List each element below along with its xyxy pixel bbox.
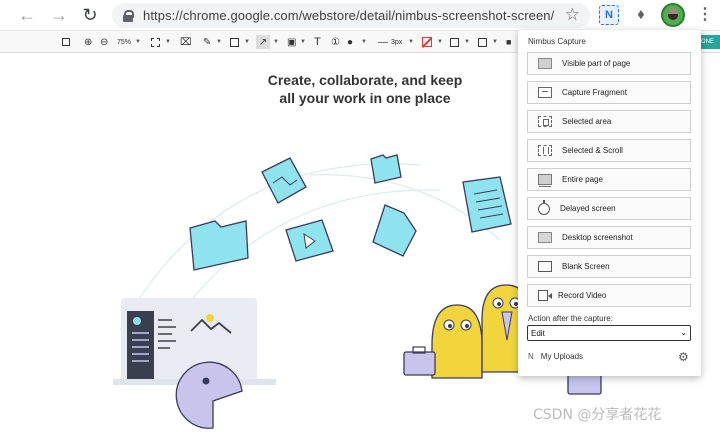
nimbus-capture-popup: Nimbus Capture Visible part of page Capt… — [518, 30, 701, 376]
video-card-illustration-icon — [285, 219, 334, 262]
forward-arrow-icon[interactable]: → — [48, 4, 70, 26]
fill-drop-icon[interactable]: ● — [347, 35, 353, 49]
no-color-icon[interactable] — [422, 35, 432, 49]
fill-dropdown-caret[interactable]: ▼ — [361, 35, 367, 49]
headline-line-2: all your work in one place — [279, 90, 451, 106]
zoom-out-icon[interactable]: ⊖ — [100, 35, 108, 49]
delayed-screen-label: Delayed screen — [560, 204, 616, 213]
fit-dropdown-caret[interactable]: ▼ — [165, 35, 171, 49]
gear-icon[interactable]: ⚙ — [678, 350, 689, 364]
desktop-screenshot-button[interactable]: Desktop screenshot — [527, 226, 691, 249]
my-uploads-link[interactable]: N My Uploads — [528, 352, 583, 361]
crop-icon[interactable] — [62, 35, 70, 49]
selected-area-icon — [538, 116, 552, 127]
selected-scroll-button[interactable]: Selected & Scroll — [527, 139, 691, 162]
arrow-dropdown-caret[interactable]: ▼ — [273, 35, 279, 49]
record-video-button[interactable]: Record Video — [527, 284, 691, 307]
lock-tool-icon[interactable]: ■ — [506, 35, 511, 49]
bookmark-star-icon[interactable]: ☆ — [565, 5, 580, 25]
selected-area-label: Selected area — [562, 117, 612, 126]
pen-icon[interactable]: ✎ — [203, 35, 211, 49]
entire-page-label: Entire page — [562, 175, 603, 184]
back-arrow-icon[interactable]: ← — [16, 4, 38, 26]
rectangle-dropdown-caret[interactable]: ▼ — [244, 35, 250, 49]
selected-area-button[interactable]: Selected area — [527, 110, 691, 133]
address-bar[interactable]: https://chrome.google.com/webstore/detai… — [112, 3, 590, 28]
nimbus-logo-icon: N — [528, 352, 534, 361]
chevron-down-icon: ⌄ — [680, 328, 687, 337]
chrome-menu-icon[interactable]: ⋮ — [697, 5, 713, 25]
blank-screen-button[interactable]: Blank Screen — [527, 255, 691, 278]
line-width-value[interactable]: 3px — [391, 35, 402, 49]
after-capture-label: Action after the capture: — [528, 314, 613, 323]
line-width-icon[interactable]: — — [378, 35, 388, 49]
zoom-level[interactable]: 75% — [117, 35, 131, 49]
comment-dropdown-caret[interactable]: ▼ — [300, 35, 306, 49]
shadow-dropdown-caret[interactable]: ▼ — [492, 35, 498, 49]
delayed-screen-button[interactable]: Delayed screen — [527, 197, 691, 220]
selected-scroll-label: Selected & Scroll — [562, 146, 623, 155]
visible-part-label: Visible part of page — [562, 59, 631, 68]
visible-part-button[interactable]: Visible part of page — [527, 52, 691, 75]
number-icon[interactable]: ① — [331, 35, 340, 49]
comment-icon[interactable]: ▣ — [287, 35, 296, 49]
capture-fragment-button[interactable]: Capture Fragment — [527, 81, 691, 104]
fragment-icon — [538, 87, 552, 98]
small-folder-illustration-icon — [370, 154, 402, 184]
color-dropdown-caret[interactable]: ▼ — [437, 35, 443, 49]
lock-icon — [123, 9, 134, 22]
visible-page-icon — [538, 58, 552, 69]
folder-illustration-icon — [189, 220, 249, 271]
watermark: CSDN @分享者花花 — [533, 407, 662, 423]
zoom-in-icon[interactable]: ⊕ — [84, 35, 92, 49]
resize-icon[interactable]: ⌧ — [180, 35, 192, 49]
pdf-file-illustration-icon — [372, 204, 417, 257]
image-card-illustration-icon — [261, 157, 307, 204]
rectangle-icon[interactable] — [230, 35, 239, 49]
text-tool-icon[interactable]: T — [314, 35, 321, 49]
popup-title: Nimbus Capture — [528, 37, 586, 46]
document-illustration-icon — [462, 176, 512, 233]
pen-dropdown-caret[interactable]: ▼ — [216, 35, 222, 49]
after-capture-select[interactable]: Edit ⌄ — [527, 325, 691, 341]
desktop-icon — [538, 232, 552, 243]
frame-icon[interactable] — [450, 35, 459, 49]
entire-page-button[interactable]: Entire page — [527, 168, 691, 191]
extensions-puzzle-icon[interactable]: ♦ — [632, 6, 650, 24]
reload-icon[interactable]: ↻ — [79, 4, 101, 26]
nimbus-extension-icon[interactable]: N — [599, 5, 619, 25]
pacman-character-illustration-icon — [175, 361, 243, 429]
desktop-screenshot-label: Desktop screenshot — [562, 233, 633, 242]
url-text[interactable]: https://chrome.google.com/webstore/detai… — [143, 8, 554, 23]
my-uploads-label: My Uploads — [540, 352, 584, 361]
record-video-label: Record Video — [558, 291, 607, 300]
page-headline: Create, collaborate, and keep all your w… — [245, 71, 485, 107]
blank-screen-label: Blank Screen — [562, 262, 610, 271]
browser-toolbar: ← → ↻ https://chrome.google.com/webstore… — [0, 0, 720, 31]
fit-icon[interactable] — [151, 35, 160, 49]
profile-avatar[interactable] — [661, 3, 685, 27]
selected-scroll-icon — [538, 145, 552, 156]
after-capture-value: Edit — [531, 328, 545, 338]
frame-dropdown-caret[interactable]: ▼ — [464, 35, 470, 49]
blank-screen-icon — [538, 261, 552, 272]
shadow-icon[interactable] — [478, 35, 487, 49]
zoom-dropdown-caret[interactable]: ▼ — [135, 35, 141, 49]
headline-line-1: Create, collaborate, and keep — [267, 72, 463, 88]
line-width-dropdown-caret[interactable]: ▼ — [408, 35, 414, 49]
entire-page-icon — [538, 174, 552, 187]
timer-icon — [538, 199, 550, 215]
video-camera-icon — [538, 290, 552, 301]
arrow-tool-icon[interactable]: ↗ — [256, 35, 270, 49]
capture-fragment-label: Capture Fragment — [562, 88, 627, 97]
